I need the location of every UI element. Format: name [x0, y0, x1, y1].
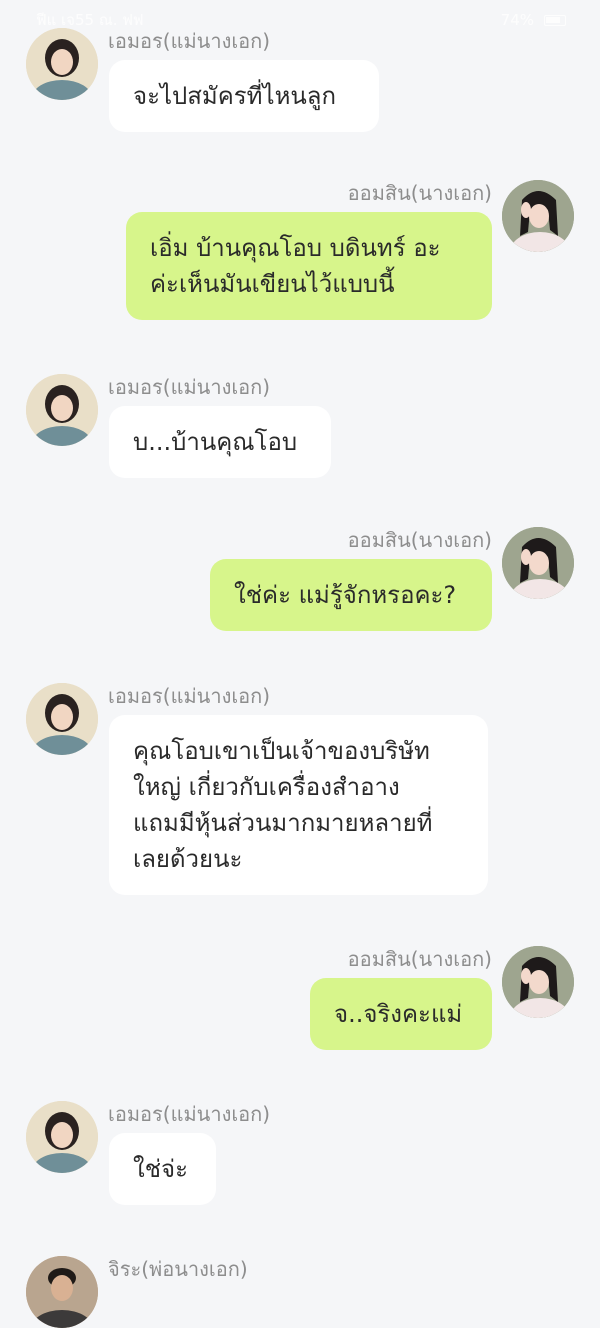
sender-name: ออมสิน(นางเอก) — [347, 947, 492, 971]
message-bubble[interactable]: ใช่ค่ะ แม่รู้จักหรอคะ? — [210, 559, 492, 631]
message-bubble[interactable]: คุณโอบเขาเป็นเจ้าของบริษัท ใหญ่ เกี่ยวกั… — [109, 715, 488, 895]
message-bubble[interactable]: ใช่จ่ะ — [109, 1133, 216, 1205]
message-text: ใหญ่ เกี่ยวกับเครื่องสำอาง — [133, 773, 400, 801]
chat-thread[interactable]: เอมอร(แม่นางเอก) จะไปสมัครที่ไหนลูก ออมส… — [0, 0, 600, 1328]
heroine-avatar[interactable] — [502, 946, 574, 1018]
heroine-avatar[interactable] — [502, 180, 574, 252]
sender-name: ออมสิน(นางเอก) — [347, 181, 492, 205]
message-text: ใช่ค่ะ แม่รู้จักหรอคะ? — [234, 581, 457, 609]
message-text: บ...บ้านคุณโอบ — [133, 428, 298, 456]
sender-name: เอมอร(แม่นางเอก) — [108, 29, 271, 53]
sender-name: จิระ(พ่อนางเอก) — [108, 1257, 248, 1281]
message-bubble[interactable]: จะไปสมัครที่ไหนลูก — [109, 60, 379, 132]
message-text: เลยด้วยนะ — [133, 845, 243, 873]
mother-avatar[interactable] — [26, 683, 98, 755]
message-text: คุณโอบเขาเป็นเจ้าของบริษัท — [133, 737, 430, 765]
sender-name: เอมอร(แม่นางเอก) — [108, 684, 271, 708]
message-text: แถมมีหุ้นส่วนมากมายหลายที่ — [133, 809, 433, 837]
message-text: จ..จริงคะแม่ — [334, 1000, 463, 1028]
sender-name: ออมสิน(นางเอก) — [347, 528, 492, 552]
mother-avatar[interactable] — [26, 1101, 98, 1173]
heroine-avatar[interactable] — [502, 527, 574, 599]
father-avatar[interactable] — [26, 1256, 98, 1328]
message-bubble[interactable]: บ...บ้านคุณโอบ — [109, 406, 331, 478]
message-text: จะไปสมัครที่ไหนลูก — [133, 82, 337, 110]
mother-avatar[interactable] — [26, 28, 98, 100]
message-text: ใช่จ่ะ — [133, 1155, 188, 1183]
sender-name: เอมอร(แม่นางเอก) — [108, 375, 271, 399]
mother-avatar[interactable] — [26, 374, 98, 446]
sender-name: เอมอร(แม่นางเอก) — [108, 1102, 271, 1126]
message-text: เอิ่ม บ้านคุณโอบ บดินทร์ อะ — [150, 234, 441, 262]
message-bubble[interactable]: เอิ่ม บ้านคุณโอบ บดินทร์ อะ ค่ะเห็นมันเข… — [126, 212, 492, 320]
message-text: ค่ะเห็นมันเขียนไว้แบบนี้ — [150, 270, 395, 298]
message-bubble[interactable]: จ..จริงคะแม่ — [310, 978, 492, 1050]
